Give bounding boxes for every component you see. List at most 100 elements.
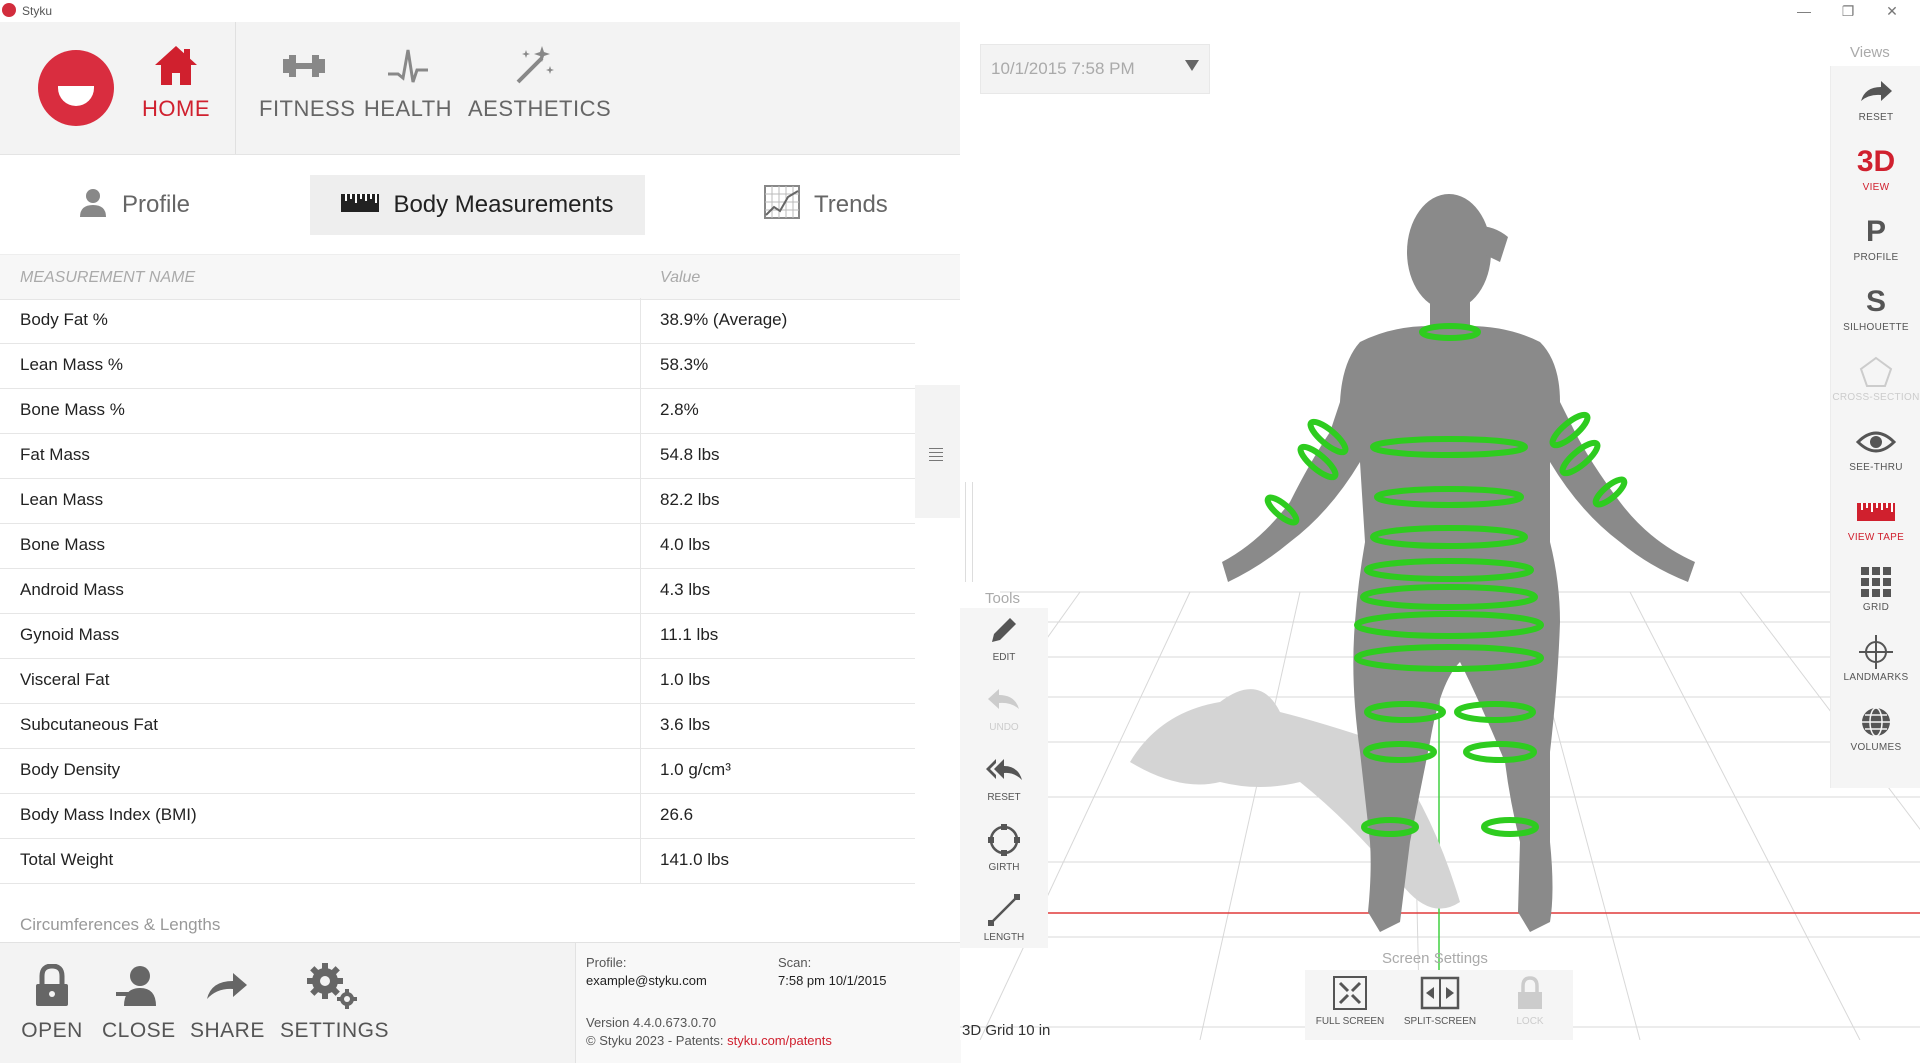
- view-tape-button[interactable]: VIEW TAPE: [1831, 492, 1920, 562]
- split-screen-button[interactable]: SPLIT-SCREEN: [1395, 970, 1485, 1040]
- tool-reset-label: RESET: [987, 792, 1021, 803]
- measurement-name: Fat Mass: [20, 445, 90, 464]
- view-cross-section-button[interactable]: CROSS-SECTION: [1831, 352, 1920, 422]
- share-arrow-icon: [190, 961, 264, 1011]
- close-window-button[interactable]: ✕: [1878, 2, 1906, 20]
- settings-button[interactable]: SETTINGS: [280, 961, 389, 1043]
- tool-edit-button[interactable]: EDIT: [960, 608, 1048, 678]
- tool-girth-button[interactable]: GIRTH: [960, 818, 1048, 888]
- minimize-button[interactable]: —: [1790, 2, 1818, 20]
- fullscreen-icon: [1305, 970, 1395, 1016]
- chevron-down-icon: [1185, 60, 1199, 71]
- measurement-name: Body Mass Index (BMI): [20, 805, 197, 824]
- lock-icon: [18, 961, 86, 1011]
- 3d-scene[interactable]: [960, 22, 1920, 1040]
- close-button[interactable]: CLOSE: [102, 961, 176, 1043]
- measurement-value: 1.0 g/cm³: [660, 760, 731, 779]
- tab-body-measurements[interactable]: Body Measurements: [310, 175, 645, 235]
- view-3d-button[interactable]: 3D VIEW: [1831, 142, 1920, 212]
- window-title: Styku: [22, 4, 53, 18]
- measurement-value: 4.0 lbs: [660, 535, 711, 554]
- share-button[interactable]: SHARE: [190, 961, 264, 1043]
- table-row[interactable]: Lean Mass 82.2 lbs: [0, 478, 915, 524]
- views-title: Views: [1850, 44, 1890, 61]
- heartbeat-icon: [363, 42, 453, 90]
- header-measurement-name: MEASUREMENT NAME: [20, 269, 196, 286]
- table-row[interactable]: Body Fat % 38.9% (Average): [0, 298, 915, 344]
- split-screen-icon: [1395, 970, 1485, 1016]
- home-icon: [140, 42, 212, 90]
- table-row[interactable]: Subcutaneous Fat 3.6 lbs: [0, 703, 915, 749]
- view-profile-button[interactable]: P PROFILE: [1831, 212, 1920, 282]
- close-label: CLOSE: [102, 1019, 176, 1042]
- table-row[interactable]: Bone Mass 4.0 lbs: [0, 523, 915, 569]
- table-row[interactable]: Visceral Fat 1.0 lbs: [0, 658, 915, 704]
- open-button[interactable]: OPEN: [18, 961, 86, 1043]
- patents-link[interactable]: styku.com/patents: [727, 1033, 832, 1048]
- split-divider[interactable]: [965, 482, 973, 582]
- tool-undo-button[interactable]: UNDO: [960, 678, 1048, 748]
- lock-view-button[interactable]: LOCK: [1485, 970, 1575, 1040]
- nav-fitness[interactable]: FITNESS: [259, 42, 355, 122]
- 3d-icon: 3D: [1856, 145, 1896, 178]
- pencil-icon: [960, 608, 1048, 652]
- share-label: SHARE: [190, 1019, 265, 1042]
- measurement-name: Lean Mass %: [20, 355, 123, 374]
- eye-icon: [1831, 422, 1920, 462]
- full-screen-button[interactable]: FULL SCREEN: [1305, 970, 1395, 1040]
- nav-home[interactable]: HOME: [140, 42, 212, 122]
- gears-icon: [280, 961, 386, 1011]
- table-row[interactable]: Total Weight 141.0 lbs: [0, 838, 915, 884]
- tools-title: Tools: [985, 590, 1021, 607]
- section-circumferences[interactable]: Circumferences & Lengths: [20, 915, 220, 935]
- tool-reset-button[interactable]: RESET: [960, 748, 1048, 818]
- view-see-thru-button[interactable]: SEE-THRU: [1831, 422, 1920, 492]
- full-screen-label: FULL SCREEN: [1315, 1016, 1385, 1027]
- measurement-value: 38.9% (Average): [660, 310, 788, 329]
- view-reset-button[interactable]: RESET: [1831, 72, 1920, 142]
- tab-profile[interactable]: Profile: [78, 175, 258, 235]
- table-row[interactable]: Gynoid Mass 11.1 lbs: [0, 613, 915, 659]
- scroll-handle[interactable]: [915, 385, 960, 518]
- globe-icon: [1831, 702, 1920, 742]
- view-volumes-button[interactable]: VOLUMES: [1831, 702, 1920, 772]
- table-row[interactable]: Body Density 1.0 g/cm³: [0, 748, 915, 794]
- main-nav: HOME FITNESS HEALTH AESTHETICS: [0, 22, 960, 155]
- tool-length-button[interactable]: LENGTH: [960, 888, 1048, 958]
- measurement-name: Body Density: [20, 760, 121, 779]
- table-row[interactable]: Android Mass 4.3 lbs: [0, 568, 915, 614]
- maximize-button[interactable]: ❐: [1834, 2, 1862, 20]
- view-reset-label: RESET: [1858, 112, 1894, 123]
- measurement-name: Visceral Fat: [20, 670, 110, 689]
- version-text: Version 4.4.0.673.0.70: [586, 1015, 717, 1030]
- table-row[interactable]: Lean Mass % 58.3%: [0, 343, 915, 389]
- measurement-name: Android Mass: [20, 580, 124, 599]
- view-silhouette-button[interactable]: S SILHOUETTE: [1831, 282, 1920, 352]
- scan-value: 7:58 pm 10/1/2015: [778, 973, 887, 988]
- table-row[interactable]: Body Mass Index (BMI) 26.6: [0, 793, 915, 839]
- measurement-name: Bone Mass %: [20, 400, 125, 419]
- profile-label: Profile:: [586, 955, 627, 970]
- dumbbell-icon: [259, 42, 349, 90]
- table-row[interactable]: Bone Mass % 2.8%: [0, 388, 915, 434]
- lock-label: LOCK: [1516, 1016, 1544, 1027]
- double-back-arrow-icon: [960, 748, 1048, 792]
- nav-aesthetics[interactable]: AESTHETICS: [468, 42, 612, 122]
- view-grid-button[interactable]: GRID: [1831, 562, 1920, 632]
- nav-health[interactable]: HEALTH: [363, 42, 453, 122]
- measurement-value: 82.2 lbs: [660, 490, 720, 509]
- nav-aesthetics-label: AESTHETICS: [468, 96, 612, 121]
- 3d-viewer[interactable]: 10/1/2015 7:58 PM Views RESET 3D VIEW P …: [960, 22, 1920, 1040]
- tab-trends[interactable]: Trends: [764, 175, 914, 235]
- view-landmarks-button[interactable]: LANDMARKS: [1831, 632, 1920, 702]
- copyright-text: © Styku 2023 - Patents:: [586, 1033, 728, 1048]
- silhouette-s-icon: S: [1865, 285, 1886, 318]
- header-value: Value: [660, 269, 701, 286]
- scan-date-dropdown[interactable]: 10/1/2015 7:58 PM: [980, 44, 1210, 94]
- tool-undo-label: UNDO: [989, 722, 1019, 733]
- table-row[interactable]: Fat Mass 54.8 lbs: [0, 433, 915, 479]
- measurement-value: 11.1 lbs: [660, 625, 719, 644]
- views-panel: RESET 3D VIEW P PROFILE S SILHOUETTE CRO…: [1830, 66, 1920, 788]
- view-grid-label: GRID: [1862, 602, 1890, 613]
- split-screen-label: SPLIT-SCREEN: [1403, 1016, 1477, 1027]
